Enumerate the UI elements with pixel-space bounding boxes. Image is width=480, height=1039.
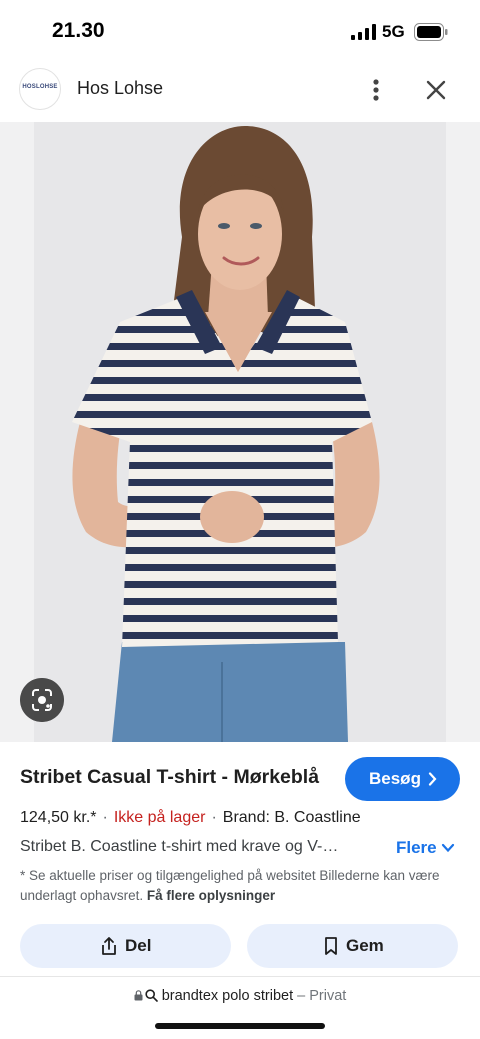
google-lens-icon[interactable] <box>20 678 64 722</box>
chevron-right-icon <box>428 772 437 786</box>
stock-status: Ikke på lager <box>113 809 206 826</box>
status-bar: 21.30 5G <box>0 0 480 62</box>
product-price: 124,50 kr.* <box>20 809 97 826</box>
home-indicator[interactable] <box>155 1023 325 1029</box>
product-meta: 124,50 kr.* · Ikke på lager · Brand: B. Coas… <box>20 809 361 827</box>
site-logo-text: HOSLOHSE <box>22 84 58 90</box>
more-options-icon[interactable] <box>362 74 390 106</box>
signal-icon <box>351 24 376 40</box>
more-button[interactable]: Flere <box>396 838 437 858</box>
meta-separator: · <box>102 809 108 826</box>
search-query: brandtex polo stribet <box>161 988 294 1004</box>
search-icon <box>145 989 158 1002</box>
url-bar[interactable]: brandtex polo stribet – Privat <box>0 988 480 1010</box>
product-image[interactable] <box>0 122 480 742</box>
battery-icon <box>414 23 448 41</box>
private-label: – Privat <box>297 988 347 1004</box>
lock-icon <box>134 990 143 1001</box>
visit-button[interactable]: Besøg <box>345 757 460 801</box>
visit-label: Besøg <box>369 769 421 788</box>
chevron-down-icon[interactable] <box>441 842 455 854</box>
product-photo <box>0 122 480 742</box>
status-time: 21.30 <box>52 19 105 42</box>
site-name[interactable]: Hos Lohse <box>77 78 163 99</box>
share-button[interactable]: Del <box>20 924 231 968</box>
save-button[interactable]: Gem <box>247 924 458 968</box>
result-header: HOSLOHSE Hos Lohse <box>0 62 480 118</box>
save-label: Gem <box>346 936 384 955</box>
site-logo[interactable]: HOSLOHSE <box>19 68 61 110</box>
meta-separator: · <box>211 809 217 826</box>
product-description: Stribet B. Coastline t-shirt med krave o… <box>20 838 339 855</box>
share-icon <box>102 937 116 955</box>
divider <box>0 976 480 977</box>
network-type: 5G <box>382 22 405 41</box>
more-info-link[interactable]: Få flere oplysninger <box>147 888 275 903</box>
bookmark-icon <box>325 937 337 955</box>
product-brand: Brand: B. Coastline <box>222 809 361 826</box>
share-label: Del <box>125 936 152 955</box>
product-title[interactable]: Stribet Casual T-shirt - Mørkeblå <box>20 766 319 789</box>
disclaimer: * Se aktuelle priser og tilgængelighed p… <box>20 866 460 906</box>
close-icon[interactable] <box>420 74 452 106</box>
